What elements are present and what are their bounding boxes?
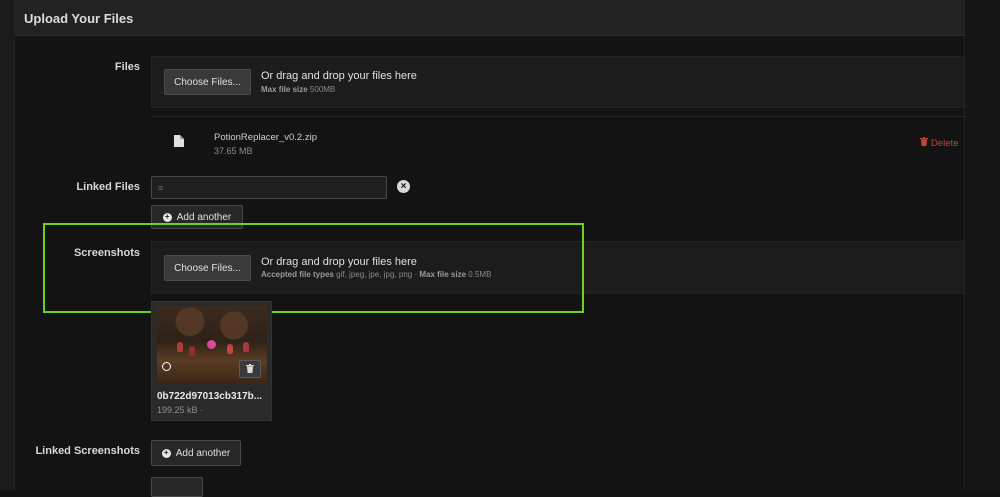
max-size-value: 500MB bbox=[309, 85, 336, 94]
files-divider bbox=[151, 116, 965, 117]
delete-screenshot-button[interactable] bbox=[239, 360, 261, 378]
remove-linked-file-icon[interactable]: × bbox=[397, 180, 410, 193]
screenshot-filename: 0b722d97013cb317b... bbox=[157, 391, 263, 402]
max-size-label: Max file size bbox=[261, 85, 308, 94]
screenshot-size-value: 199.25 kB bbox=[157, 405, 198, 415]
delete-file-link[interactable]: Delete bbox=[920, 137, 958, 149]
linked-screenshots-label: Linked Screenshots bbox=[35, 445, 140, 457]
choose-files-button[interactable]: Choose Files... bbox=[164, 69, 251, 95]
add-another-screenshot-button[interactable]: + Add another bbox=[151, 440, 241, 466]
file-icon bbox=[173, 134, 185, 148]
linked-files-label: Linked Files bbox=[76, 181, 140, 193]
trash-icon bbox=[920, 137, 928, 149]
uploaded-file-name: PotionReplacer_v0.2.zip bbox=[214, 132, 317, 143]
screenshot-filesize: 199.25 kB · bbox=[157, 405, 203, 415]
plus-icon: + bbox=[161, 448, 171, 458]
files-max-size: Max file size 500MB bbox=[261, 85, 335, 94]
linked-files-input[interactable]: ≡ bbox=[151, 176, 387, 199]
select-screenshot-radio[interactable] bbox=[162, 362, 171, 371]
left-frame bbox=[0, 0, 14, 490]
files-drag-text: Or drag and drop your files here bbox=[261, 70, 417, 82]
files-dropzone[interactable] bbox=[151, 56, 965, 108]
uploaded-file-size: 37.65 MB bbox=[214, 146, 253, 156]
delete-label: Delete bbox=[931, 137, 959, 149]
highlight-box bbox=[43, 223, 584, 313]
potion-shape bbox=[243, 342, 249, 352]
section-header bbox=[14, 0, 965, 36]
add-another-screenshot-label: Add another bbox=[175, 447, 231, 459]
plus-icon: + bbox=[162, 212, 172, 222]
potion-shape bbox=[227, 344, 233, 354]
potion-shape bbox=[207, 340, 216, 349]
drag-handle-icon: ≡ bbox=[158, 183, 164, 193]
trash-icon bbox=[246, 363, 254, 375]
right-frame bbox=[965, 0, 1000, 490]
potion-shape bbox=[177, 342, 183, 352]
add-another-label: Add another bbox=[176, 211, 232, 223]
screenshot-size-suffix: · bbox=[200, 405, 204, 415]
potion-shape bbox=[189, 346, 195, 356]
files-label: Files bbox=[114, 61, 140, 73]
partial-button[interactable] bbox=[151, 477, 203, 497]
section-title: Upload Your Files bbox=[24, 11, 134, 26]
